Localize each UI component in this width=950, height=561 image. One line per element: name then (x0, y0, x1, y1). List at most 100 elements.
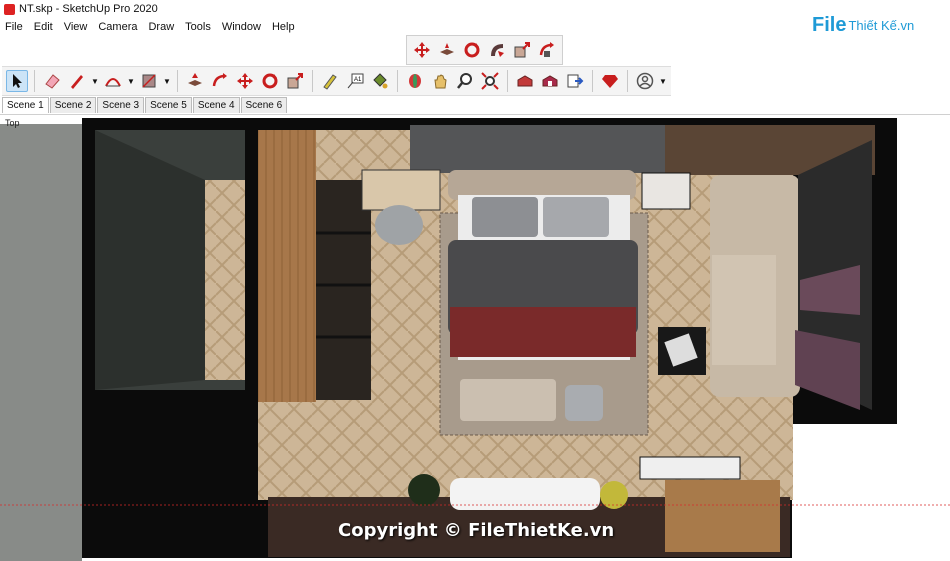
follow-me-icon (491, 44, 504, 57)
ottoman (565, 385, 603, 421)
desk (361, 169, 441, 211)
zoom-icon (457, 73, 472, 89)
account-icon (636, 72, 654, 90)
chevron-down-icon[interactable]: ▼ (163, 70, 171, 92)
select-icon (13, 74, 22, 88)
pillow-left (472, 197, 538, 237)
cabinet-top (639, 456, 741, 480)
menu-help[interactable]: Help (272, 21, 295, 33)
toolbar-separator (177, 70, 178, 92)
tab-scene-1[interactable]: Scene 1 (2, 97, 49, 113)
tab-scene-6[interactable]: Scene 6 (240, 97, 288, 113)
tab-scene-4[interactable]: Scene 4 (192, 97, 240, 113)
scale-icon (287, 73, 303, 89)
text-icon: A1 (347, 73, 364, 89)
bench (460, 379, 556, 421)
chevron-down-icon[interactable]: ▼ (91, 70, 99, 92)
tape-measure-icon (323, 74, 337, 90)
pencil-icon (71, 75, 83, 89)
rotate-button[interactable] (461, 39, 483, 61)
tape-measure-button[interactable] (319, 70, 341, 92)
shape-button[interactable] (138, 70, 160, 92)
zoom-extents-icon (481, 72, 499, 90)
push-pull-button[interactable] (184, 70, 206, 92)
watermark-logo-sub: Thiết Kế.vn (848, 18, 915, 33)
send-to-layout-icon (567, 74, 584, 88)
wardrobe (258, 130, 316, 402)
scale-button[interactable] (284, 70, 306, 92)
arc-icon (105, 78, 121, 87)
shape-icon (142, 74, 156, 88)
toolbar-separator (34, 70, 35, 92)
menu-tools[interactable]: Tools (185, 21, 211, 33)
sofa-seat (712, 255, 776, 365)
bed-runner (450, 307, 636, 357)
pan-hand-icon (434, 74, 447, 89)
orbit-icon (409, 74, 421, 88)
pencil-button[interactable] (66, 70, 88, 92)
window-title: NT.skp - SketchUp Pro 2020 (19, 3, 158, 15)
scale-button[interactable] (511, 39, 533, 61)
rotate-arc-button[interactable] (209, 70, 231, 92)
pan-hand-button[interactable] (429, 70, 451, 92)
move-icon (237, 73, 253, 89)
select-button[interactable] (6, 70, 28, 92)
toolbar-separator (312, 70, 313, 92)
follow-me-button[interactable] (486, 39, 508, 61)
rotate-arc-button[interactable] (536, 39, 558, 61)
tab-scene-5[interactable]: Scene 5 (145, 97, 192, 113)
ruby-console-button[interactable] (599, 70, 621, 92)
move-button[interactable] (234, 70, 256, 92)
zoom-button[interactable] (454, 70, 476, 92)
text-button[interactable]: A1 (344, 70, 366, 92)
title-bar: NT.skp - SketchUp Pro 2020 (0, 0, 950, 18)
send-to-layout-button[interactable] (564, 70, 586, 92)
eraser-button[interactable] (41, 70, 63, 92)
pan-icon (440, 43, 454, 55)
sketchup-logo-icon (4, 3, 15, 15)
rotate-button[interactable] (259, 70, 281, 92)
menu-draw[interactable]: Draw (148, 21, 174, 33)
arc-button[interactable] (102, 70, 124, 92)
ruby-icon (602, 75, 618, 88)
tab-scene-3[interactable]: Scene 3 (97, 97, 145, 113)
toolbar-separator (592, 70, 593, 92)
chevron-down-icon[interactable]: ▼ (127, 70, 135, 92)
cabinet-right (665, 480, 780, 552)
rotate-icon (464, 42, 480, 58)
svg-text:A1: A1 (354, 77, 362, 83)
menu-view[interactable]: View (64, 21, 88, 33)
headboard-wall (410, 125, 665, 173)
extension-warehouse-button[interactable] (539, 70, 561, 92)
watermark-copyright: Copyright © FileThietKe.vn (338, 520, 615, 541)
tab-scene-2[interactable]: Scene 2 (49, 97, 97, 113)
eraser-icon (45, 74, 60, 89)
paint-bucket-button[interactable] (369, 70, 391, 92)
model-viewport[interactable]: Top Copyright © FileThietKe.vn (0, 114, 950, 561)
left-room-floor (205, 180, 245, 380)
toolbar-separator (627, 70, 628, 92)
zoom-extents-button[interactable] (479, 70, 501, 92)
account-button[interactable] (634, 70, 656, 92)
warehouse-icon (517, 75, 533, 87)
menu-edit[interactable]: Edit (34, 21, 53, 33)
warehouse-button[interactable] (514, 70, 536, 92)
camera-toolbar (406, 35, 563, 65)
rotate-arc-icon (212, 73, 227, 87)
menu-window[interactable]: Window (222, 21, 261, 33)
menu-file[interactable]: File (5, 21, 23, 33)
floor-plan-render (0, 118, 950, 561)
pan-button[interactable] (436, 39, 458, 61)
paint-bucket-icon (373, 73, 388, 89)
plant-left (408, 474, 440, 506)
right-notch (792, 424, 950, 561)
main-toolbar: ▼ ▼ ▼ A1 ▼ (2, 66, 671, 96)
extension-warehouse-icon (542, 75, 558, 87)
menu-camera[interactable]: Camera (98, 21, 137, 33)
orbit-button[interactable] (411, 39, 433, 61)
watermark-logo: File Thiết Kế.vn (812, 14, 914, 37)
rotate-icon (262, 73, 278, 89)
scene-tabs: Scene 1 Scene 2 Scene 3 Scene 5 Scene 4 … (0, 96, 288, 113)
orbit-view-button[interactable] (404, 70, 426, 92)
chevron-down-icon[interactable]: ▼ (659, 70, 667, 92)
